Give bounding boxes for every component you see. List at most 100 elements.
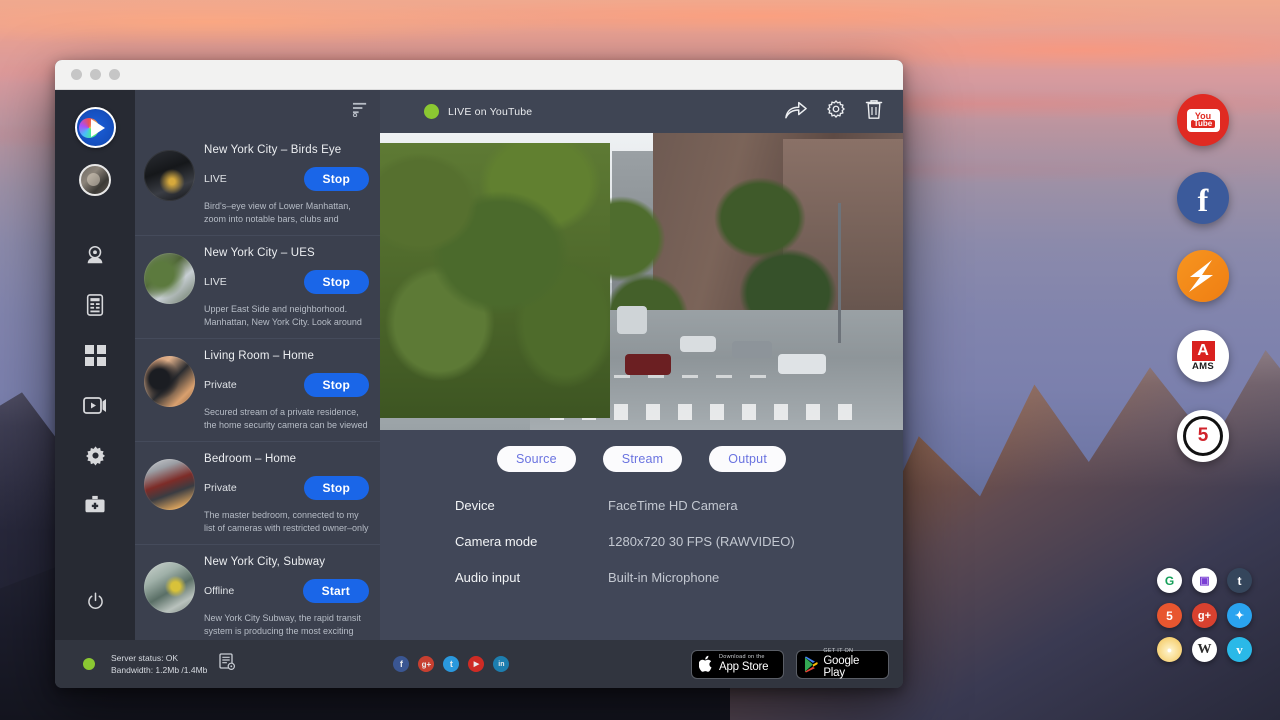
tab-source[interactable]: Source bbox=[497, 446, 576, 472]
tab-stream[interactable]: Stream bbox=[603, 446, 683, 472]
google-plus-icon[interactable]: g+ bbox=[418, 656, 434, 672]
camera-list-item[interactable]: Bedroom – Home Private Stop The master b… bbox=[135, 442, 380, 545]
document-info-icon bbox=[219, 653, 235, 670]
video-truck bbox=[617, 306, 647, 334]
facebook-icon[interactable]: f bbox=[393, 656, 409, 672]
sidebar-item-logo[interactable] bbox=[75, 107, 116, 148]
camera-thumbnail bbox=[144, 253, 195, 304]
server-status-dot bbox=[83, 658, 95, 670]
video-car bbox=[732, 341, 772, 358]
camera-list-item[interactable]: Living Room – Home Private Stop Secured … bbox=[135, 339, 380, 442]
camera-title: Living Room – Home bbox=[204, 350, 369, 362]
camera-action-button[interactable]: Start bbox=[303, 579, 369, 603]
tray-icon-twitter[interactable]: ✦ bbox=[1227, 603, 1252, 628]
tray-icon-twitch[interactable]: ▣ bbox=[1192, 568, 1217, 593]
sidebar-item-power[interactable] bbox=[55, 576, 135, 626]
camera-action-button[interactable]: Stop bbox=[304, 476, 369, 500]
server-status-line: Server status: OK bbox=[111, 652, 207, 664]
grid-icon bbox=[85, 345, 106, 366]
status-bar: Server status: OK Bandwidth: 1.2Mb /1.4M… bbox=[55, 640, 903, 688]
webcam-icon bbox=[84, 244, 106, 266]
dock-icon-youtube[interactable]: You Tube bbox=[1177, 94, 1229, 146]
sidebar-rail bbox=[55, 90, 135, 640]
camera-thumbnail bbox=[144, 356, 195, 407]
camera-title: New York City – Birds Eye bbox=[204, 144, 369, 156]
tray-icon-sunrise[interactable]: ● bbox=[1157, 637, 1182, 662]
camera-list-item[interactable]: New York City, Subway Offline Start New … bbox=[135, 545, 380, 640]
camera-list-item[interactable]: New York City – UES LIVE Stop Upper East… bbox=[135, 236, 380, 339]
log-button[interactable] bbox=[219, 653, 235, 675]
tray-icon-google-plus[interactable]: g+ bbox=[1192, 603, 1217, 628]
dock-icon-target-five[interactable]: 5 bbox=[1177, 410, 1229, 462]
sidebar-item-settings[interactable] bbox=[55, 430, 135, 480]
spec-value: 1280x720 30 FPS (RAWVIDEO) bbox=[608, 534, 795, 549]
video-preview[interactable] bbox=[380, 133, 903, 430]
tab-output[interactable]: Output bbox=[709, 446, 786, 472]
live-status: LIVE on YouTube bbox=[424, 104, 532, 119]
share-button[interactable] bbox=[785, 100, 807, 124]
dock-icon-facebook[interactable]: f bbox=[1177, 172, 1229, 224]
preview-tabs: Source Stream Output bbox=[380, 446, 903, 472]
tray-icon-grammarly[interactable]: G bbox=[1157, 568, 1182, 593]
sidebar-item-apps[interactable] bbox=[55, 330, 135, 380]
lightning-bolt-icon bbox=[1182, 255, 1224, 297]
camera-title: Bedroom – Home bbox=[204, 453, 369, 465]
window-close-button[interactable] bbox=[71, 69, 82, 80]
tray-icon-tumblr[interactable]: t bbox=[1227, 568, 1252, 593]
settings-button[interactable] bbox=[826, 99, 846, 124]
camera-thumbnail bbox=[144, 459, 195, 510]
camera-description: Secured stream of a private residence, t… bbox=[204, 406, 369, 432]
camera-action-button[interactable]: Stop bbox=[304, 373, 369, 397]
sort-button[interactable] bbox=[352, 101, 369, 122]
status-social-links: f g+ t ▶ in bbox=[393, 656, 509, 672]
window-zoom-button[interactable] bbox=[109, 69, 120, 80]
five-label: 5 bbox=[1198, 425, 1209, 447]
store-badges: Download on the App Store GET IT ON Goog… bbox=[691, 650, 889, 679]
main-toolbar: LIVE on YouTube bbox=[380, 90, 903, 133]
delete-button[interactable] bbox=[865, 99, 883, 125]
sidebar-item-devices[interactable] bbox=[55, 280, 135, 330]
spec-key: Device bbox=[455, 498, 608, 513]
bandwidth-line: Bandwidth: 1.2Mb /1.4Mb bbox=[111, 664, 207, 676]
tray-icon-vimeo[interactable]: v bbox=[1227, 637, 1252, 662]
server-status-text: Server status: OK Bandwidth: 1.2Mb /1.4M… bbox=[111, 652, 207, 676]
adobe-ams-label: AMS bbox=[1192, 361, 1214, 372]
linkedin-icon[interactable]: in bbox=[493, 656, 509, 672]
google-play-main: Google Play bbox=[823, 655, 881, 679]
camera-list-toolbar bbox=[135, 90, 380, 133]
camera-list[interactable]: New York City – Birds Eye LIVE Stop Bird… bbox=[135, 133, 380, 640]
gear-icon bbox=[826, 99, 846, 119]
spec-row: Audio input Built-in Microphone bbox=[455, 570, 903, 585]
tray-icon-five-app[interactable]: 5 bbox=[1157, 603, 1182, 628]
spec-value: Built-in Microphone bbox=[608, 570, 719, 585]
camera-list-item[interactable]: New York City – Birds Eye LIVE Stop Bird… bbox=[135, 133, 380, 236]
video-lamppost bbox=[838, 203, 841, 343]
camera-status: LIVE bbox=[204, 276, 227, 288]
device-specs: Device FaceTime HD Camera Camera mode 12… bbox=[380, 472, 903, 606]
dock-icon-rainmeter[interactable] bbox=[1177, 250, 1229, 302]
facebook-icon: f bbox=[1198, 184, 1209, 216]
youtube-icon[interactable]: ▶ bbox=[468, 656, 484, 672]
camera-action-button[interactable]: Stop bbox=[304, 167, 369, 191]
sort-icon bbox=[352, 101, 369, 117]
toolbar-actions bbox=[785, 99, 883, 125]
app-store-badge[interactable]: Download on the App Store bbox=[691, 650, 784, 679]
sidebar-item-support[interactable] bbox=[55, 480, 135, 530]
twitter-icon[interactable]: t bbox=[443, 656, 459, 672]
video-car bbox=[778, 354, 826, 374]
dock-icon-adobe-ams[interactable]: A AMS bbox=[1177, 330, 1229, 382]
sidebar-item-media[interactable] bbox=[55, 380, 135, 430]
sidebar-item-cameras[interactable] bbox=[55, 230, 135, 280]
play-triangle-icon bbox=[804, 656, 818, 673]
sidebar-item-profile[interactable] bbox=[79, 164, 111, 196]
camera-action-button[interactable]: Stop bbox=[304, 270, 369, 294]
camera-status: Private bbox=[204, 379, 237, 391]
tray-icon-wordpress[interactable]: W bbox=[1192, 637, 1217, 662]
window-body: New York City – Birds Eye LIVE Stop Bird… bbox=[55, 90, 903, 640]
video-player-icon bbox=[83, 396, 107, 415]
google-play-badge[interactable]: GET IT ON Google Play bbox=[796, 650, 889, 679]
camera-list-column: New York City – Birds Eye LIVE Stop Bird… bbox=[135, 90, 380, 640]
window-minimize-button[interactable] bbox=[90, 69, 101, 80]
tablet-icon bbox=[85, 294, 105, 316]
share-arrow-icon bbox=[785, 100, 807, 119]
